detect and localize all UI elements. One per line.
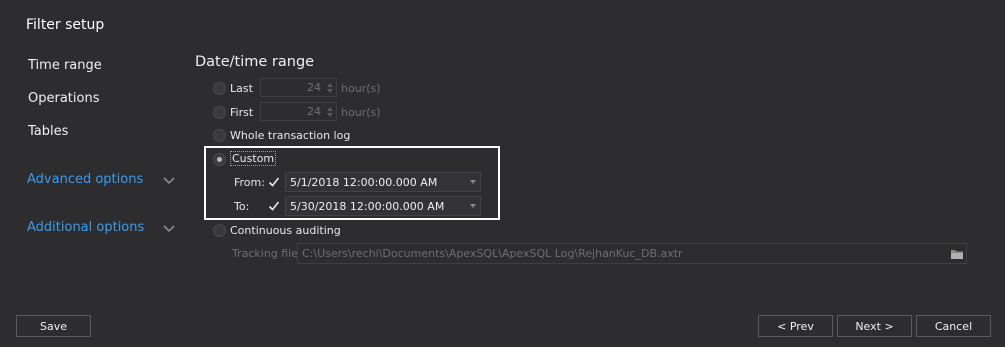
- tracking-file-path: C:\Users\rechi\Documents\ApexSQL\ApexSQL…: [302, 247, 683, 260]
- save-button[interactable]: Save: [16, 315, 91, 337]
- first-hours-value: 24: [307, 105, 321, 118]
- radio-continuous-auditing[interactable]: Continuous auditing: [213, 222, 341, 238]
- dropdown-arrow-icon[interactable]: [466, 204, 480, 208]
- from-datetime-picker[interactable]: 5/1/2018 12:00:00.000 AM: [285, 172, 481, 192]
- to-checkbox[interactable]: [267, 199, 280, 212]
- first-unit: hour(s): [341, 106, 381, 119]
- dropdown-arrow-icon[interactable]: [466, 180, 480, 184]
- folder-icon[interactable]: [948, 248, 966, 260]
- prev-button[interactable]: < Prev: [758, 315, 833, 337]
- radio-last-label: Last: [230, 81, 253, 95]
- radio-button[interactable]: [213, 128, 226, 142]
- checkmark-icon: [268, 177, 279, 187]
- to-label: To:: [234, 200, 250, 213]
- radio-whole-log-label: Whole transaction log: [230, 128, 351, 142]
- to-datetime-value: 5/30/2018 12:00:00.000 AM: [290, 199, 445, 213]
- last-unit: hour(s): [341, 82, 381, 95]
- from-datetime-value: 5/1/2018 12:00:00.000 AM: [290, 175, 438, 189]
- first-hours-spinner[interactable]: 24: [260, 102, 337, 121]
- to-datetime-picker[interactable]: 5/30/2018 12:00:00.000 AM: [285, 196, 481, 216]
- radio-button[interactable]: [213, 81, 226, 95]
- tracking-file-input[interactable]: C:\Users\rechi\Documents\ApexSQL\ApexSQL…: [297, 243, 967, 264]
- from-checkbox[interactable]: [267, 175, 280, 188]
- chevron-down-icon[interactable]: [161, 220, 177, 236]
- radio-custom[interactable]: [213, 151, 226, 167]
- sidebar-link-additional-options[interactable]: Additional options: [27, 220, 144, 235]
- chevron-down-icon[interactable]: [161, 172, 177, 188]
- checkmark-icon: [268, 201, 279, 211]
- sidebar-item-tables[interactable]: Tables: [28, 124, 68, 139]
- radio-first-label: First: [230, 105, 254, 119]
- radio-first[interactable]: First: [213, 104, 253, 120]
- last-hours-spinner[interactable]: 24: [260, 78, 337, 97]
- spinner-arrows-icon[interactable]: [324, 103, 336, 120]
- radio-last[interactable]: Last: [213, 80, 253, 96]
- radio-whole-log[interactable]: Whole transaction log: [213, 127, 350, 143]
- radio-button-selected[interactable]: [213, 152, 226, 166]
- sidebar-link-advanced-options[interactable]: Advanced options: [27, 172, 143, 187]
- sidebar-item-operations[interactable]: Operations: [28, 91, 99, 106]
- sidebar-item-time-range[interactable]: Time range: [28, 58, 102, 73]
- last-hours-value: 24: [307, 81, 321, 94]
- from-label: From:: [234, 176, 265, 189]
- dialog-title: Filter setup: [26, 17, 105, 33]
- cancel-button[interactable]: Cancel: [916, 315, 991, 337]
- section-title: Date/time range: [195, 54, 315, 70]
- tracking-file-label: Tracking file:: [232, 247, 302, 260]
- next-button[interactable]: Next >: [837, 315, 912, 337]
- spinner-arrows-icon[interactable]: [324, 79, 336, 96]
- radio-button[interactable]: [213, 223, 226, 237]
- radio-continuous-auditing-label: Continuous auditing: [230, 223, 341, 237]
- radio-button[interactable]: [213, 105, 226, 119]
- radio-custom-label[interactable]: Custom: [230, 151, 277, 166]
